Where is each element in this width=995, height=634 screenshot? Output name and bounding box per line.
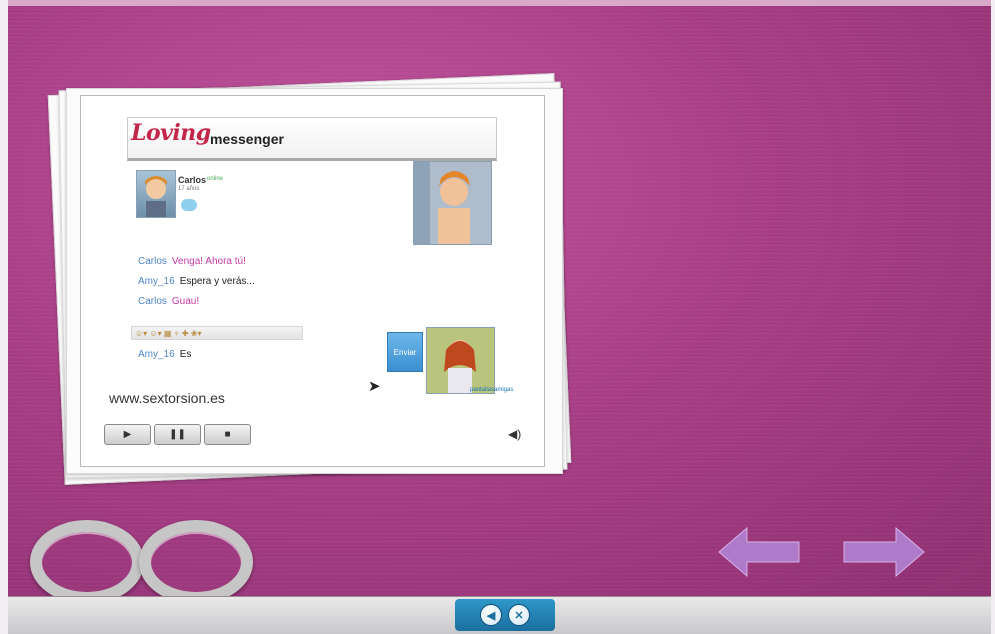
speaker-icon[interactable]: ◀ [480, 604, 502, 626]
close-icon[interactable]: ✕ [508, 604, 530, 626]
messenger-title: messenger [210, 131, 284, 147]
send-button: Enviar [387, 332, 423, 372]
chat-text: Guau! [171, 296, 200, 307]
chat-text: Venga! Ahora tú! [171, 256, 246, 267]
chat-text: Espera y verás... [179, 276, 255, 287]
emoticon-toolbar: ☺▾ ☺▾ ▦ ♆ ✚ ❀▾ [131, 326, 303, 340]
brand-mini-logo: pantallasamigas [470, 387, 514, 393]
remote-webcam-video [413, 161, 492, 245]
stop-button[interactable]: ■ [204, 424, 251, 445]
chat-message: Carlos Venga! Ahora tú! [138, 256, 246, 267]
chat-sender: Carlos [138, 296, 167, 307]
chat-message: Amy_16 Espera y verás... [138, 276, 255, 287]
bottom-controls: ◀ ✕ [455, 599, 555, 631]
contact-name: Carlos [178, 175, 207, 185]
next-arrow-icon[interactable] [842, 524, 926, 580]
ring-button-right[interactable] [139, 520, 253, 604]
contact-age: 17 años [178, 186, 200, 192]
previous-arrow-icon[interactable] [717, 524, 801, 580]
local-webcam-video [426, 327, 495, 394]
contact-online-status: online [207, 176, 224, 182]
volume-icon[interactable]: ◀) [508, 427, 521, 441]
ring-button-left[interactable] [30, 520, 144, 604]
chat-sender: Carlos [138, 256, 167, 267]
pause-button[interactable]: ❚❚ [154, 424, 201, 445]
chat-text: Es [179, 349, 192, 360]
mouse-cursor-icon: ➤ [368, 378, 381, 395]
chat-bubble-icon [181, 199, 197, 211]
video-url: www.sextorsion.es [109, 390, 225, 406]
play-button[interactable]: ▶ [104, 424, 151, 445]
chat-sender: Amy_16 [138, 276, 175, 287]
chat-input-line: Amy_16 Es [138, 349, 191, 360]
chat-sender: Amy_16 [138, 349, 175, 360]
messenger-logo: Loving [131, 120, 211, 146]
contact-avatar [136, 170, 176, 218]
chat-message: Carlos Guau! [138, 296, 199, 307]
